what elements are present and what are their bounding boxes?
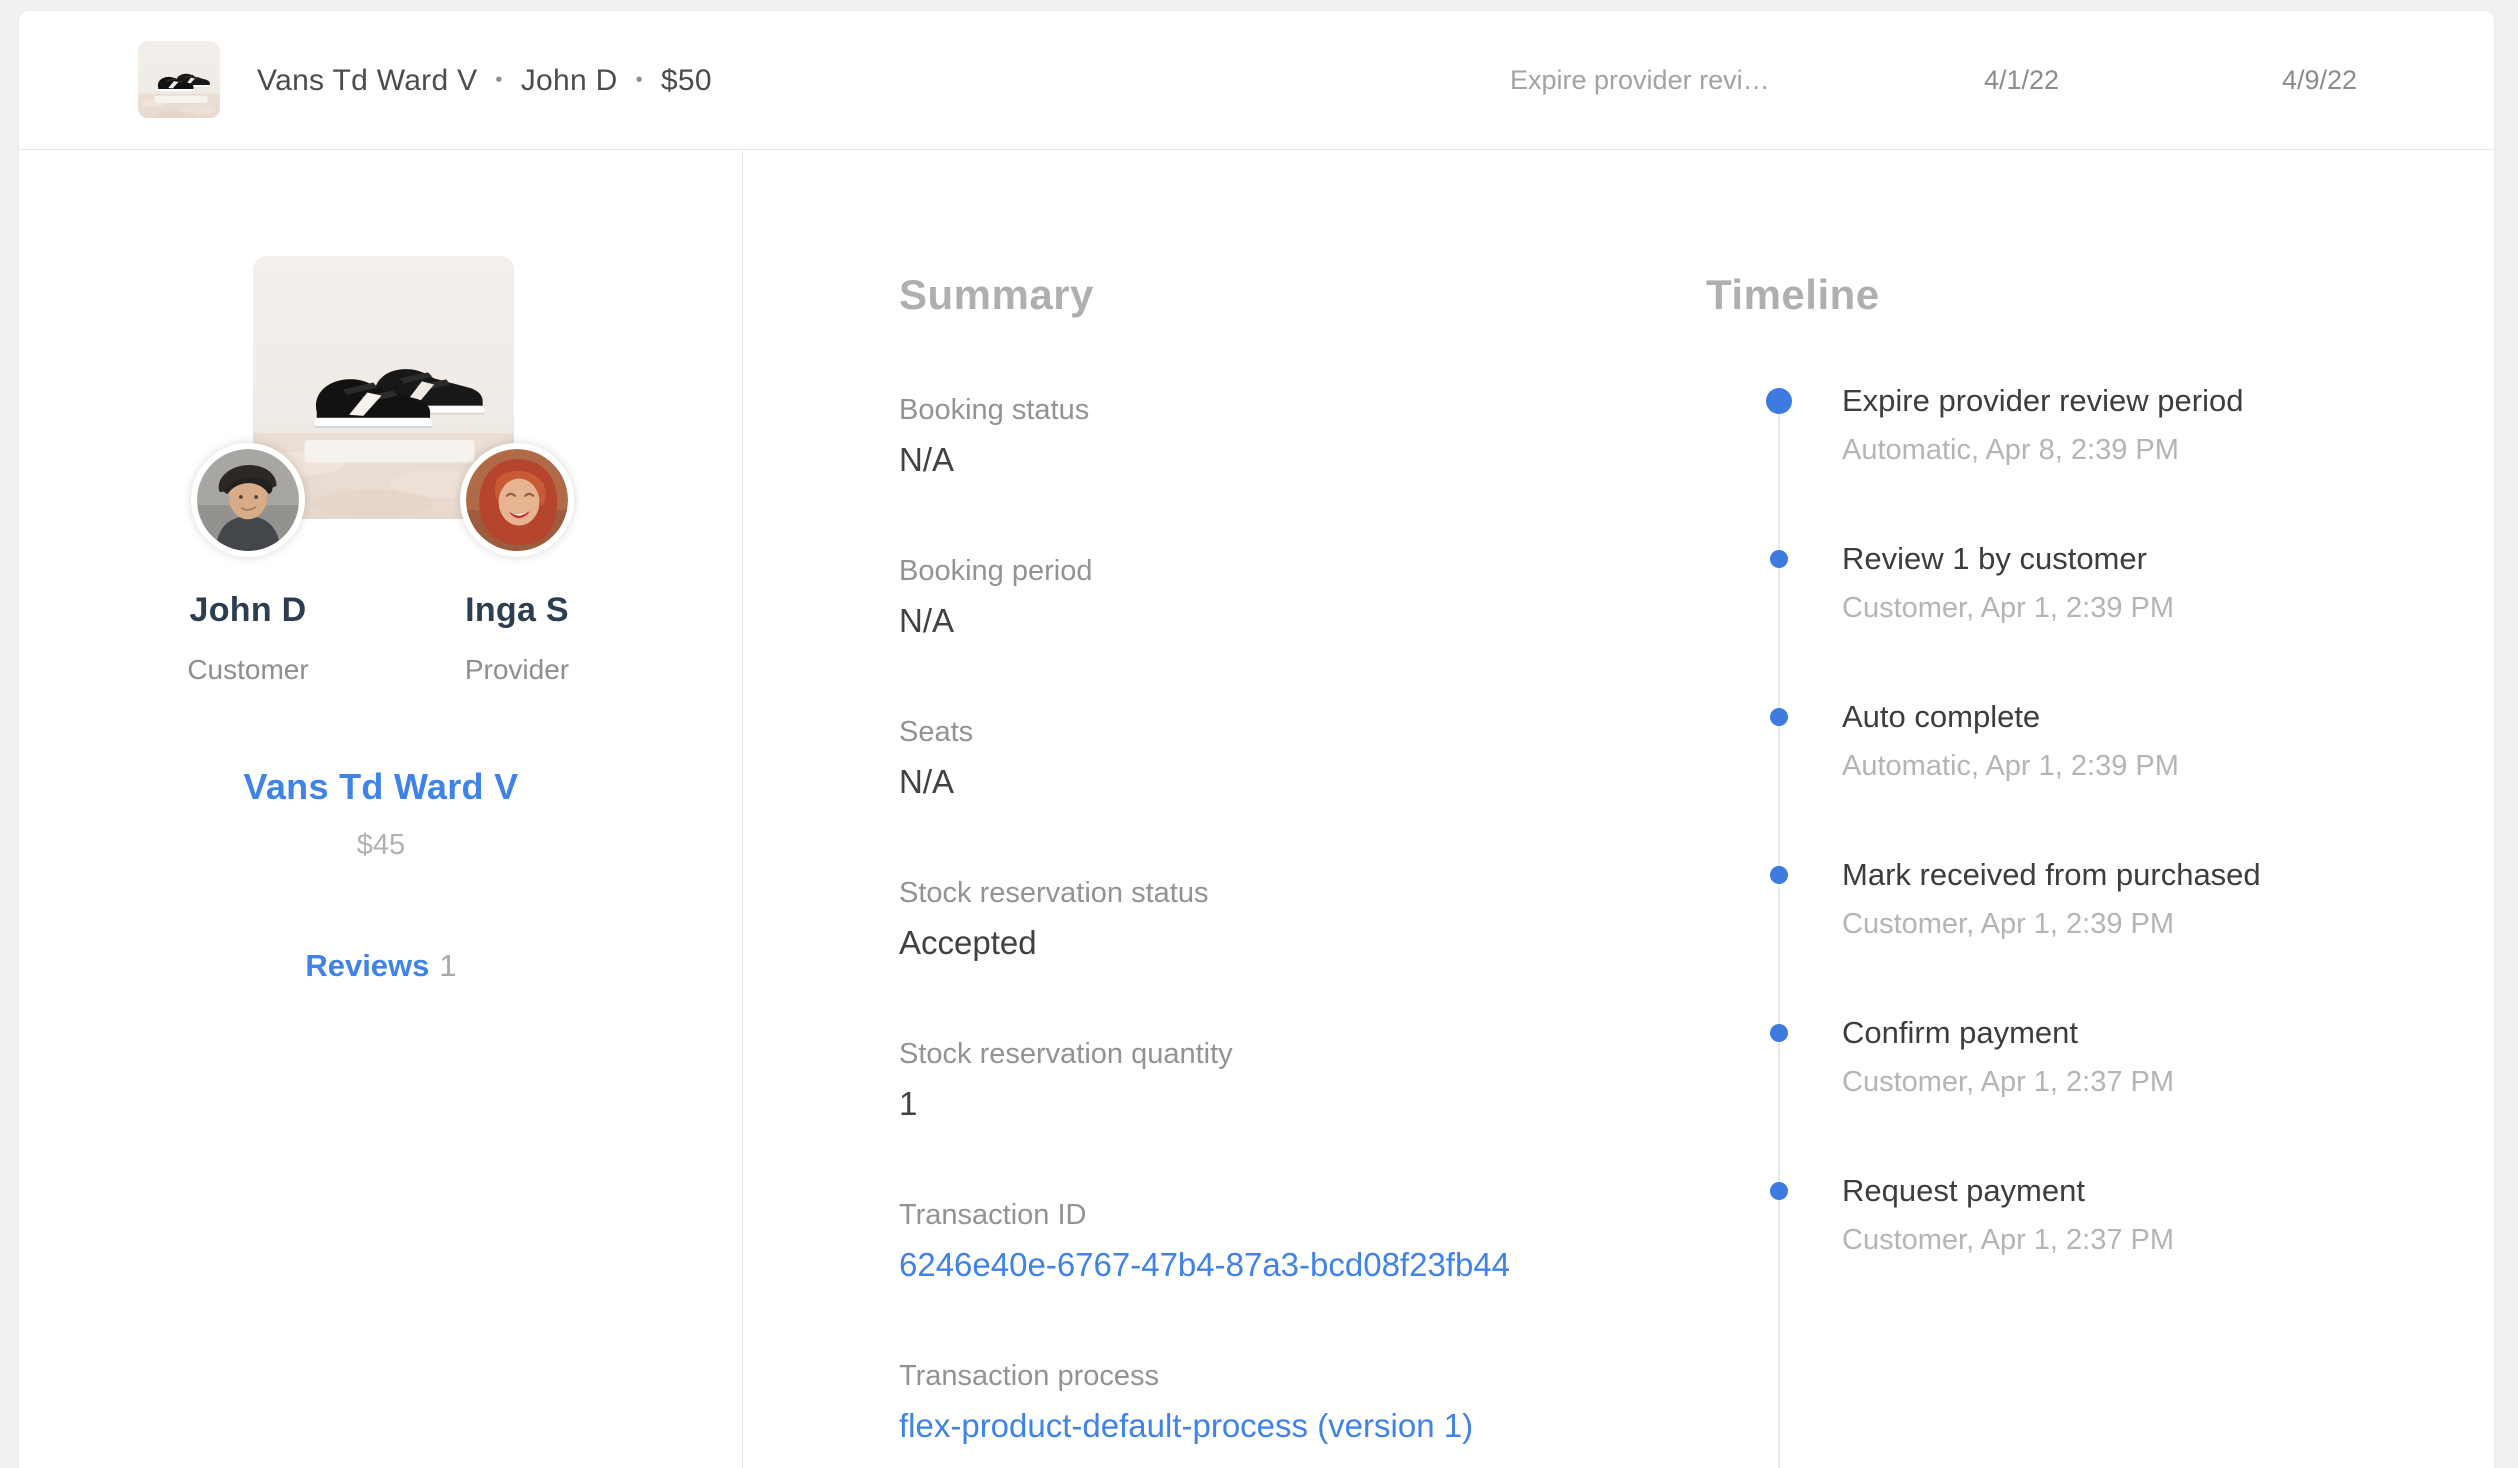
end-date: 4/9/22 bbox=[2282, 65, 2358, 95]
listing-thumbnail-image bbox=[138, 41, 220, 118]
event-meta: Customer, Apr 1, 2:39 PM bbox=[1842, 908, 2175, 940]
reviews-link[interactable]: Reviews bbox=[305, 948, 429, 983]
field-label: Transaction ID bbox=[899, 1199, 1087, 1231]
timeline-dot-icon bbox=[1770, 866, 1788, 884]
field-value: N/A bbox=[899, 763, 955, 800]
timeline-dot-icon bbox=[1770, 708, 1788, 726]
transaction-title: Vans Td Ward V • John D • $50 bbox=[257, 11, 712, 150]
transaction-process-link[interactable]: flex-product-default-process (version 1) bbox=[899, 1406, 1473, 1446]
summary-field-seats: Seats N/A bbox=[899, 714, 973, 802]
event-title: Review 1 by customer bbox=[1842, 541, 2147, 576]
timeline-dot-icon bbox=[1770, 550, 1788, 568]
event-title: Request payment bbox=[1842, 1173, 2085, 1208]
reviews-row: Reviews 1 bbox=[19, 948, 743, 984]
timeline-event: Confirm payment Customer, Apr 1, 2:37 PM bbox=[1766, 1013, 2174, 1099]
field-value: N/A bbox=[899, 602, 955, 639]
reviews-count: 1 bbox=[439, 948, 457, 983]
timeline-event: Mark received from purchased Customer, A… bbox=[1766, 855, 2261, 941]
parties-sidebar: John D Inga S Customer Provider Vans Td … bbox=[19, 151, 743, 1468]
header-customer-name: John D bbox=[520, 63, 618, 97]
timeline-event: Auto complete Automatic, Apr 1, 2:39 PM bbox=[1766, 697, 2179, 783]
field-value: 1 bbox=[899, 1085, 918, 1122]
customer-role-label: Customer bbox=[187, 654, 309, 685]
transaction-body: John D Inga S Customer Provider Vans Td … bbox=[19, 151, 2494, 1468]
field-value: N/A bbox=[899, 441, 955, 478]
event-title: Confirm payment bbox=[1842, 1015, 2079, 1050]
timeline-event: Request payment Customer, Apr 1, 2:37 PM bbox=[1766, 1171, 2174, 1257]
transaction-header: Vans Td Ward V • John D • $50 Expire pro… bbox=[19, 11, 2494, 150]
summary-field-booking-status: Booking status N/A bbox=[899, 392, 1089, 480]
last-transition-label: Expire provider revi… bbox=[1510, 65, 1770, 95]
timeline-dot-icon bbox=[1766, 388, 1792, 414]
event-meta: Customer, Apr 1, 2:37 PM bbox=[1842, 1066, 2175, 1098]
event-meta: Customer, Apr 1, 2:37 PM bbox=[1842, 1224, 2175, 1256]
summary-field-booking-period: Booking period N/A bbox=[899, 553, 1092, 641]
timeline-dot-icon bbox=[1770, 1024, 1788, 1042]
provider-name: Inga S bbox=[465, 591, 569, 629]
summary-heading: Summary bbox=[899, 271, 1094, 318]
summary-field-transaction-id: Transaction ID 6246e40e-6767-47b4-87a3-b… bbox=[899, 1197, 1510, 1285]
event-meta: Customer, Apr 1, 2:39 PM bbox=[1842, 592, 2175, 624]
transaction-id-link[interactable]: 6246e40e-6767-47b4-87a3-bcd08f23fb44 bbox=[899, 1245, 1510, 1285]
provider-role-label: Provider bbox=[464, 654, 570, 685]
start-date: 4/1/22 bbox=[1984, 65, 2060, 95]
bullet-separator-icon: • bbox=[495, 69, 503, 91]
timeline-heading: Timeline bbox=[1706, 271, 1880, 318]
header-listing-title: Vans Td Ward V bbox=[257, 63, 478, 97]
bullet-separator-icon: • bbox=[635, 69, 643, 91]
header-price: $50 bbox=[660, 63, 712, 97]
transaction-main: Summary Booking status N/A Booking perio… bbox=[743, 151, 2494, 1468]
event-title: Mark received from purchased bbox=[1842, 857, 2261, 892]
field-label: Transaction process bbox=[899, 1360, 1160, 1392]
summary-field-transaction-process: Transaction process flex-product-default… bbox=[899, 1358, 1473, 1446]
customer-name: John D bbox=[189, 591, 307, 629]
event-meta: Automatic, Apr 8, 2:39 PM bbox=[1842, 434, 2179, 466]
summary-field-stock-reservation-status: Stock reservation status Accepted bbox=[899, 875, 1208, 963]
provider-avatar[interactable] bbox=[460, 443, 574, 557]
summary-field-stock-reservation-quantity: Stock reservation quantity 1 bbox=[899, 1036, 1233, 1124]
timeline-dot-icon bbox=[1770, 1182, 1788, 1200]
field-label: Booking status bbox=[899, 394, 1090, 426]
event-title: Auto complete bbox=[1842, 699, 2041, 734]
field-value: Accepted bbox=[899, 924, 1037, 961]
field-label: Seats bbox=[899, 716, 974, 748]
listing-price: $45 bbox=[356, 829, 406, 861]
timeline-event: Review 1 by customer Customer, Apr 1, 2:… bbox=[1766, 539, 2174, 625]
field-label: Stock reservation status bbox=[899, 877, 1209, 909]
listing-title-link[interactable]: Vans Td Ward V bbox=[19, 766, 743, 808]
field-label: Stock reservation quantity bbox=[899, 1038, 1233, 1070]
customer-avatar[interactable] bbox=[191, 443, 305, 557]
event-meta: Automatic, Apr 1, 2:39 PM bbox=[1842, 750, 2179, 782]
event-title: Expire provider review period bbox=[1842, 383, 2244, 418]
transaction-card: Vans Td Ward V • John D • $50 Expire pro… bbox=[19, 11, 2494, 1468]
timeline-event: Expire provider review period Automatic,… bbox=[1766, 381, 2243, 467]
field-label: Booking period bbox=[899, 555, 1093, 587]
